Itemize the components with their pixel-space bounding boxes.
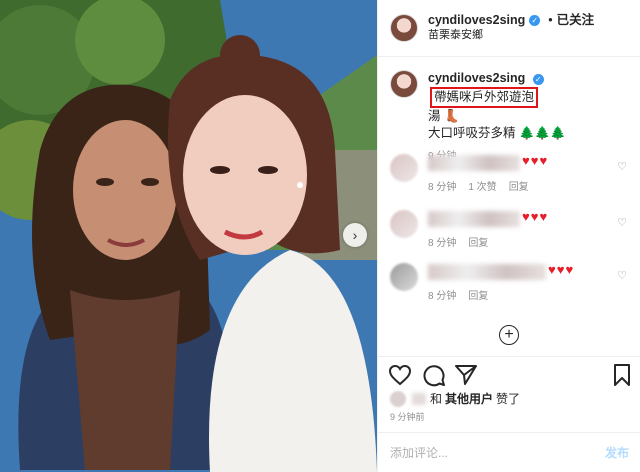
commenter-avatar[interactable] xyxy=(390,263,418,291)
blurred-comment-text xyxy=(428,155,520,171)
likers-and-text: 和 xyxy=(430,392,443,406)
blurred-comment-text xyxy=(428,264,546,280)
author-username[interactable]: cyndiloves2sing xyxy=(428,13,525,28)
comment-time: 8 分钟 xyxy=(428,291,457,302)
save-bookmark-icon[interactable] xyxy=(610,363,634,387)
post-timestamp: 9 分钟前 xyxy=(390,412,425,422)
comment-likes[interactable]: 1 次赞 xyxy=(468,178,496,193)
comment-reply-button[interactable]: 回复 xyxy=(468,234,488,249)
post-header: cyndiloves2sing ✓ • 已关注 苗栗泰安鄉 xyxy=(378,0,640,57)
author-avatar[interactable] xyxy=(390,14,418,42)
share-paper-plane-icon[interactable] xyxy=(454,363,478,387)
commenter-avatar[interactable] xyxy=(390,154,418,182)
tree-emoji-icon: 🌲🌲🌲 xyxy=(519,126,566,140)
heart-emoji-icon: ♥♥♥ xyxy=(548,262,575,277)
load-more-comments-button[interactable]: + xyxy=(499,325,519,345)
heart-emoji-icon: ♥♥♥ xyxy=(522,209,549,224)
likers-liked-text: 赞了 xyxy=(496,392,521,406)
comment-like-heart-icon[interactable]: ♡ xyxy=(617,269,627,282)
comment-item: ♥♥♥ 8 分钟 回复 ♡ xyxy=(378,208,640,262)
post-actions-bar xyxy=(378,356,640,390)
comment-like-heart-icon[interactable]: ♡ xyxy=(617,160,627,173)
caption-username[interactable]: cyndiloves2sing xyxy=(428,71,525,85)
caption-highlighted-text: 帶媽咪戶外郊遊泡 xyxy=(430,87,539,108)
post-location[interactable]: 苗栗泰安鄉 xyxy=(428,28,594,43)
comment-time: 8 分钟 xyxy=(428,238,457,249)
commenter-avatar[interactable] xyxy=(390,210,418,238)
other-users-link[interactable]: 其他用户 xyxy=(445,390,493,407)
blurred-comment-text xyxy=(428,211,520,227)
comment-item: ♥♥♥ 8 分钟 回复 ♡ xyxy=(378,261,640,315)
boot-emoji-icon: 👢 xyxy=(444,109,460,123)
add-comment-bar: 添加评论... 发布 xyxy=(378,432,640,472)
comment-reply-button[interactable]: 回复 xyxy=(509,178,529,193)
verified-badge-icon: ✓ xyxy=(532,74,544,85)
following-button[interactable]: 已关注 xyxy=(557,13,595,28)
post-photo[interactable]: › xyxy=(0,0,377,472)
heart-emoji-icon: ♥♥♥ xyxy=(522,153,549,168)
verified-badge-icon: ✓ xyxy=(529,15,541,26)
post-caption: cyndiloves2sing ✓ 帶媽咪戶外郊遊泡 湯 👢 大口呼吸芬多精 🌲… xyxy=(378,58,640,165)
add-comment-input[interactable]: 添加评论... xyxy=(390,444,448,461)
comment-bubble-icon[interactable] xyxy=(422,363,446,387)
caption-author-avatar[interactable] xyxy=(390,70,418,98)
like-heart-icon[interactable] xyxy=(388,363,412,387)
liker-avatar[interactable] xyxy=(390,390,406,407)
liked-by-row: 和 其他用户 赞了 xyxy=(390,390,520,407)
comments-list[interactable]: cyndiloves2sing ✓ 帶媽咪戶外郊遊泡 湯 👢 大口呼吸芬多精 🌲… xyxy=(378,58,640,356)
next-photo-button[interactable]: › xyxy=(343,223,367,247)
post-comment-button[interactable]: 发布 xyxy=(605,444,629,461)
comment-reply-button[interactable]: 回复 xyxy=(468,287,488,302)
comment-item: ♥♥♥ 8 分钟 1 次赞 回复 ♡ xyxy=(378,152,640,206)
plus-circle-icon: + xyxy=(504,326,514,343)
caption-text-line3: 大口呼吸芬多精 xyxy=(428,126,516,140)
chevron-right-icon: › xyxy=(352,227,358,243)
comment-time: 8 分钟 xyxy=(428,182,457,193)
caption-text-line2: 湯 xyxy=(428,109,441,123)
post-side-panel: cyndiloves2sing ✓ • 已关注 苗栗泰安鄉 cyndiloves… xyxy=(377,0,640,472)
separator-dot: • xyxy=(548,13,553,27)
photo-illustration xyxy=(0,0,377,472)
comment-like-heart-icon[interactable]: ♡ xyxy=(617,216,627,229)
blurred-liker-name xyxy=(412,392,426,405)
